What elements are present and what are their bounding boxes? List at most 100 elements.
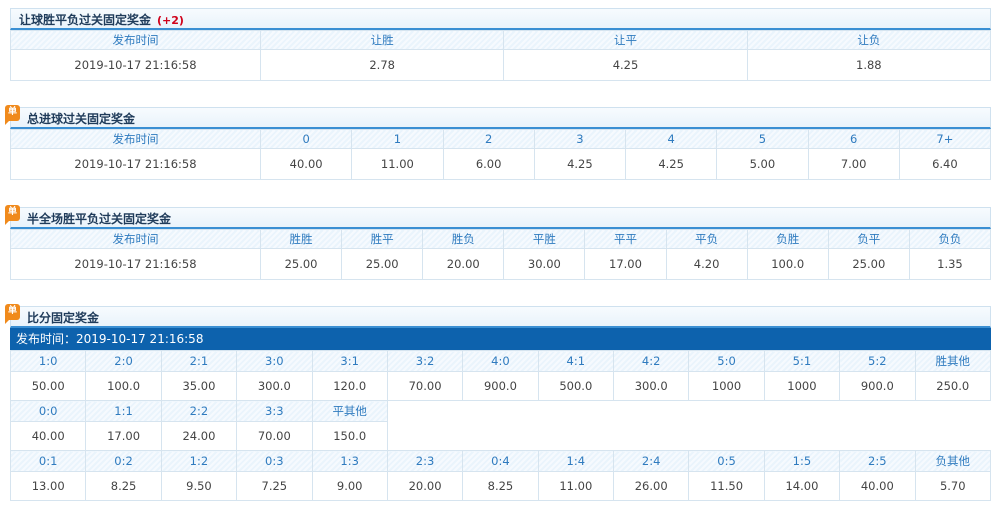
- section-title: 单 比分固定奖金: [5, 304, 991, 328]
- publish-time-cell: 2019-10-17 21:16:58: [10, 148, 261, 180]
- score-cell: 1:1: [85, 400, 162, 422]
- header-cell: 5: [716, 129, 809, 149]
- score-lose-header-row: 0:1 0:2 1:2 0:3 1:3 2:3 0:4 1:4 2:4 0:5 …: [9, 450, 991, 472]
- odds-cell: 100.0: [746, 248, 829, 280]
- odds-cell: 70.00: [386, 371, 464, 401]
- header-cell: 负平: [827, 229, 910, 249]
- odds-cell: 2.78: [259, 49, 505, 81]
- score-cell: 2:2: [160, 400, 238, 422]
- header-cell: 负胜: [746, 229, 829, 249]
- odds-cell: 300.0: [612, 371, 690, 401]
- odds-cell: 35.00: [160, 371, 238, 401]
- empty-cell: [387, 400, 991, 422]
- score-cell: 2:3: [386, 450, 464, 472]
- score-cell: 0:0: [9, 400, 87, 422]
- score-cell: 1:3: [311, 450, 388, 472]
- header-cell: 胜负: [422, 229, 505, 249]
- section-title: 单 总进球过关固定奖金: [5, 105, 991, 129]
- odds-cell: 40.00: [259, 148, 353, 180]
- total-goals-section: 单 总进球过关固定奖金 发布时间 0 1 2 3 4 5 6 7+ 2019-1…: [5, 105, 992, 180]
- odds-cell: 250.0: [914, 371, 991, 401]
- score-cell: 1:5: [763, 450, 841, 472]
- score-cell: 3:3: [236, 400, 313, 422]
- odds-cell: 30.00: [503, 248, 586, 280]
- odds-cell: 7.25: [236, 471, 313, 501]
- table-row: 2019-10-17 21:16:58 25.00 25.00 20.00 30…: [10, 248, 992, 280]
- header-cell: 发布时间: [10, 129, 261, 149]
- header-cell: 平胜: [503, 229, 586, 249]
- score-cell: 2:4: [612, 450, 690, 472]
- table-header-row: 发布时间 0 1 2 3 4 5 6 7+: [10, 129, 992, 149]
- score-cell: 负其他: [914, 450, 991, 472]
- handicap-odds-table: 发布时间 让胜 让平 让负 2019-10-17 21:16:58 2.78 4…: [10, 30, 992, 81]
- odds-cell: 11.00: [351, 148, 444, 180]
- header-cell: 2: [442, 129, 535, 149]
- score-cell: 0:4: [462, 450, 539, 472]
- score-cell: 胜其他: [914, 350, 991, 372]
- table-header-row: 发布时间 胜胜 胜平 胜负 平胜 平平 平负 负胜 负平 负负: [10, 229, 992, 249]
- odds-cell: 1.88: [746, 49, 992, 81]
- score-cell: 1:2: [160, 450, 238, 472]
- header-cell: 0: [259, 129, 353, 149]
- header-cell: 负负: [908, 229, 992, 249]
- header-cell: 1: [351, 129, 444, 149]
- odds-cell: 6.00: [442, 148, 535, 180]
- score-cell: 2:1: [160, 350, 238, 372]
- odds-cell: 5.70: [914, 471, 991, 501]
- score-cell: 3:0: [236, 350, 313, 372]
- odds-cell: 5.00: [716, 148, 809, 180]
- odds-cell: 120.0: [311, 371, 388, 401]
- score-cell: 3:1: [311, 350, 388, 372]
- score-cell: 2:5: [839, 450, 916, 472]
- score-cell: 5:1: [763, 350, 841, 372]
- score-cell: 4:1: [537, 350, 615, 372]
- score-cell: 0:2: [85, 450, 162, 472]
- handicap-value: (+2): [157, 14, 184, 27]
- single-badge-icon: 单: [5, 304, 20, 324]
- odds-cell: 4.25: [503, 49, 748, 81]
- score-cell: 0:3: [236, 450, 313, 472]
- odds-cell: 900.0: [462, 371, 539, 401]
- single-badge-icon: 单: [5, 205, 20, 225]
- odds-cell: 17.00: [85, 421, 162, 451]
- score-cell: 5:2: [839, 350, 916, 372]
- header-cell: 6: [807, 129, 900, 149]
- odds-cell: 4.25: [624, 148, 718, 180]
- odds-cell: 1000: [688, 371, 765, 401]
- score-lose-odds-row: 13.00 8.25 9.50 7.25 9.00 20.00 8.25 11.…: [9, 471, 991, 501]
- odds-cell: 9.50: [160, 471, 238, 501]
- publish-time-cell: 2019-10-17 21:16:58: [10, 49, 261, 81]
- score-cell: 3:2: [386, 350, 464, 372]
- odds-cell: 4.20: [665, 248, 748, 280]
- score-cell: 1:0: [9, 350, 87, 372]
- total-goals-table: 发布时间 0 1 2 3 4 5 6 7+ 2019-10-17 21:16:5…: [10, 129, 992, 180]
- odds-cell: 20.00: [422, 248, 505, 280]
- header-cell: 平负: [665, 229, 748, 249]
- odds-cell: 1.35: [908, 248, 992, 280]
- odds-cell: 150.0: [311, 421, 388, 451]
- header-cell: 胜平: [341, 229, 424, 249]
- table-row: 2019-10-17 21:16:58 2.78 4.25 1.88: [10, 49, 992, 81]
- half-full-time-table: 发布时间 胜胜 胜平 胜负 平胜 平平 平负 负胜 负平 负负 2019-10-…: [10, 229, 992, 280]
- odds-cell: 50.00: [9, 371, 87, 401]
- score-cell: 5:0: [688, 350, 765, 372]
- odds-cell: 900.0: [839, 371, 916, 401]
- score-cell: 0:5: [688, 450, 765, 472]
- score-cell: 4:2: [612, 350, 690, 372]
- odds-cell: 14.00: [763, 471, 841, 501]
- odds-cell: 8.25: [85, 471, 162, 501]
- header-cell: 发布时间: [10, 229, 261, 249]
- odds-cell: 25.00: [341, 248, 424, 280]
- section-title: 单 半全场胜平负过关固定奖金: [5, 205, 991, 229]
- odds-cell: 24.00: [160, 421, 238, 451]
- odds-cell: 20.00: [386, 471, 464, 501]
- odds-cell: 1000: [763, 371, 841, 401]
- header-cell: 平平: [584, 229, 667, 249]
- odds-cell: 40.00: [839, 471, 916, 501]
- odds-cell: 25.00: [259, 248, 343, 280]
- score-draw-odds-row: 40.00 17.00 24.00 70.00 150.0: [9, 421, 991, 451]
- header-cell: 让胜: [259, 30, 505, 50]
- single-badge-icon: 单: [5, 105, 20, 125]
- odds-cell: 17.00: [584, 248, 667, 280]
- section-title-text: 比分固定奖金: [27, 311, 100, 325]
